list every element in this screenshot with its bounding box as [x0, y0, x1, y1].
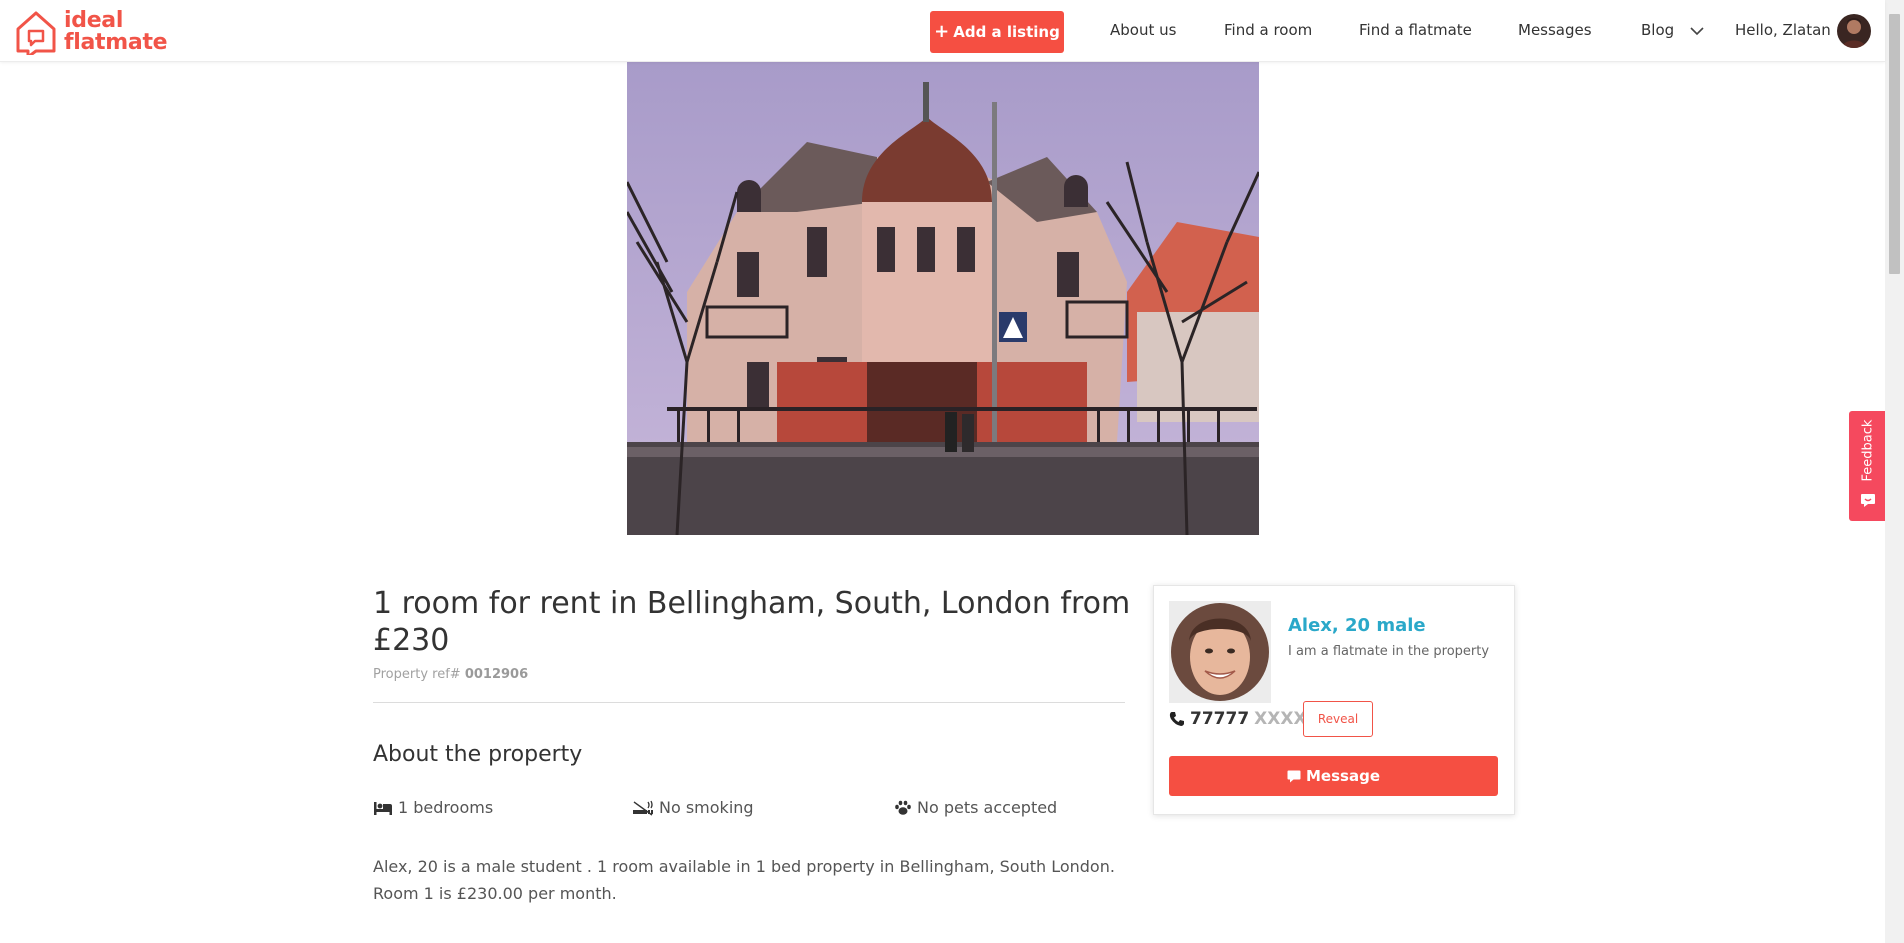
scrollbar-thumb[interactable]: [1889, 14, 1900, 274]
chevron-down-icon: [1690, 26, 1704, 35]
site-header: ideal flatmate + Add a listing About us …: [0, 0, 1885, 62]
property-photo-graphic: [627, 62, 1259, 535]
property-ref-label: Property ref#: [373, 667, 461, 682]
logo-text-flatmate: flatmate: [64, 30, 168, 55]
feature-no-pets: No pets accepted: [894, 798, 1057, 817]
listing-description: Alex, 20 is a male student . 1 room avai…: [373, 857, 1115, 903]
nav-blog-label: Blog: [1641, 21, 1675, 39]
feedback-tab[interactable]: Feedback: [1849, 411, 1886, 521]
nav-about-us[interactable]: About us: [1110, 21, 1176, 39]
property-photo[interactable]: [627, 62, 1259, 535]
listing-title: 1 room for rent in Bellingham, South, Lo…: [373, 586, 1131, 658]
contact-avatar[interactable]: [1169, 601, 1271, 703]
property-ref: Property ref# 0012906: [373, 667, 528, 682]
phone-visible-digits: 77777: [1190, 709, 1250, 729]
feature-no-smoking-label: No smoking: [659, 798, 754, 817]
contact-avatar-image: [1169, 601, 1271, 703]
nav-find-a-room[interactable]: Find a room: [1224, 21, 1312, 39]
add-listing-label: Add a listing: [953, 23, 1060, 41]
user-avatar[interactable]: [1837, 14, 1871, 48]
avatar-image: [1837, 14, 1871, 48]
nav-messages[interactable]: Messages: [1518, 21, 1592, 39]
divider: [373, 702, 1125, 703]
phone-icon: [1169, 712, 1184, 726]
feature-no-pets-label: No pets accepted: [917, 798, 1058, 817]
nav-blog[interactable]: Blog: [1641, 21, 1705, 39]
feature-no-smoking: No smoking: [632, 798, 754, 817]
feedback-label: Feedback: [1860, 419, 1876, 481]
feedback-icon: [1861, 494, 1875, 507]
contact-card: Alex, 20 male I am a flatmate in the pro…: [1153, 585, 1515, 815]
ideal-flatmate-logo[interactable]: ideal flatmate: [14, 9, 174, 55]
logo-text-ideal: ideal: [64, 8, 124, 33]
chat-icon: [1287, 770, 1301, 782]
about-heading: About the property: [373, 742, 583, 767]
no-smoking-icon: [633, 800, 653, 816]
message-button[interactable]: Message: [1169, 756, 1498, 796]
phone-number: 77777 XXXX: [1169, 709, 1307, 729]
plus-icon: +: [934, 21, 950, 42]
contact-name[interactable]: Alex, 20 male: [1288, 615, 1426, 636]
paw-icon: [895, 800, 911, 815]
feature-bedrooms-label: 1 bedrooms: [398, 798, 494, 817]
reveal-phone-button[interactable]: Reveal: [1303, 701, 1373, 737]
bed-icon: [374, 801, 392, 815]
house-chat-icon: [16, 11, 56, 55]
property-ref-value: 0012906: [464, 667, 529, 682]
contact-role: I am a flatmate in the property: [1288, 644, 1490, 659]
feature-bedrooms: 1 bedrooms: [373, 798, 493, 817]
page-scrollbar[interactable]: [1885, 0, 1904, 943]
nav-find-a-flatmate[interactable]: Find a flatmate: [1359, 21, 1472, 39]
user-greeting: Hello, Zlatan: [1735, 21, 1831, 39]
phone-masked-digits: XXXX: [1254, 709, 1307, 729]
message-button-label: Message: [1306, 767, 1380, 785]
add-listing-button[interactable]: + Add a listing: [930, 11, 1064, 53]
user-menu[interactable]: Hello, Zlatan: [1735, 21, 1847, 39]
